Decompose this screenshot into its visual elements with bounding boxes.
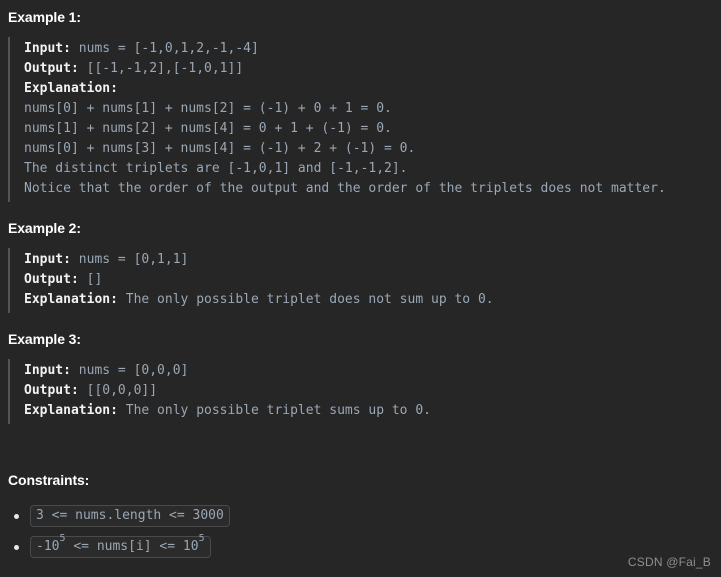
watermark: CSDN @Fai_B [627, 555, 711, 569]
example-line-label: Input: [24, 252, 71, 267]
constraint-code-chip: 3 <= nums.length <= 3000 [30, 505, 230, 527]
example-line: nums[1] + nums[2] + nums[4] = 0 + 1 + (-… [24, 119, 721, 139]
example-line-code: The only possible triplet sums up to 0. [117, 403, 431, 418]
example-line: nums[0] + nums[3] + nums[4] = (-1) + 2 +… [24, 139, 721, 159]
example-line: Output: [[0,0,0]] [24, 381, 721, 401]
example-line-label: Output: [24, 61, 79, 76]
example-line: Input: nums = [-1,0,1,2,-1,-4] [24, 37, 721, 59]
example-line-label: Output: [24, 383, 79, 398]
constraints-heading: Constraints: [8, 472, 90, 488]
example-line: The distinct triplets are [-1,0,1] and [… [24, 159, 721, 179]
example-line-label: Input: [24, 41, 71, 56]
example-line-code: The only possible triplet does not sum u… [117, 292, 494, 307]
example-block: Input: nums = [0,1,1] Output: [] Explanati… [8, 248, 721, 313]
example-line-code: Notice that the order of the output and … [24, 181, 666, 196]
example-line: Explanation: The only possible triplet d… [24, 290, 721, 313]
constraint-code-chip: -105 <= nums[i] <= 105 [30, 532, 211, 558]
example-line: nums[0] + nums[1] + nums[2] = (-1) + 0 +… [24, 99, 721, 119]
example-line-code: [] [78, 272, 103, 287]
example-heading: Example 2: [8, 220, 81, 236]
example-heading: Example 3: [8, 331, 81, 347]
example-line-label: Explanation: [24, 81, 118, 96]
example-line: Output: [] [24, 270, 721, 290]
example-line-code: [[-1,-1,2],[-1,0,1]] [78, 61, 244, 76]
bullet-icon [14, 514, 19, 519]
example-line-code: The distinct triplets are [-1,0,1] and [… [24, 161, 408, 176]
constraint-item: -105 <= nums[i] <= 105 [8, 532, 721, 558]
exponent: 5 [59, 532, 66, 544]
example-line: Explanation: The only possible triplet s… [24, 401, 721, 424]
example-line-code: nums[1] + nums[2] + nums[4] = 0 + 1 + (-… [24, 121, 392, 136]
constraint-item: 3 <= nums.length <= 3000 [8, 505, 721, 527]
example-line-code: [[0,0,0]] [78, 383, 158, 398]
example-line-label: Input: [24, 363, 71, 378]
example-block: Input: nums = [-1,0,1,2,-1,-4] Output: [[… [8, 37, 721, 202]
example-line-label: Explanation: [24, 403, 118, 418]
content-root: Example 1: Input: nums = [-1,0,1,2,-1,-4]… [0, 0, 721, 558]
bullet-icon [14, 545, 19, 550]
example-heading: Example 1: [8, 9, 81, 25]
example-line-code: nums = [0,0,0] [70, 363, 189, 378]
example-line-code: nums[0] + nums[3] + nums[4] = (-1) + 2 +… [24, 141, 416, 156]
example-line: Input: nums = [0,1,1] [24, 248, 721, 270]
constraint-text: <= nums[i] <= 10 [65, 539, 199, 554]
example-line-code: nums = [0,1,1] [70, 252, 189, 267]
example-line-label: Output: [24, 272, 79, 287]
example-line: Notice that the order of the output and … [24, 179, 721, 202]
problem-description-page: Example 1: Input: nums = [-1,0,1,2,-1,-4]… [0, 0, 721, 577]
example-line: Output: [[-1,-1,2],[-1,0,1]] [24, 59, 721, 79]
constraints-list: 3 <= nums.length <= 3000 -105 <= nums[i] … [0, 489, 721, 558]
example-line-code: nums = [-1,0,1,2,-1,-4] [70, 41, 259, 56]
example-line-label: Explanation: [24, 292, 118, 307]
constraint-text: 3 <= nums.length <= 3000 [36, 508, 224, 523]
constraint-text: -10 [36, 539, 60, 554]
example-line: Explanation: [24, 79, 721, 99]
example-line: Input: nums = [0,0,0] [24, 359, 721, 381]
exponent: 5 [198, 532, 205, 544]
example-block: Input: nums = [0,0,0] Output: [[0,0,0]] Ex… [8, 359, 721, 424]
example-line-code: nums[0] + nums[1] + nums[2] = (-1) + 0 +… [24, 101, 392, 116]
